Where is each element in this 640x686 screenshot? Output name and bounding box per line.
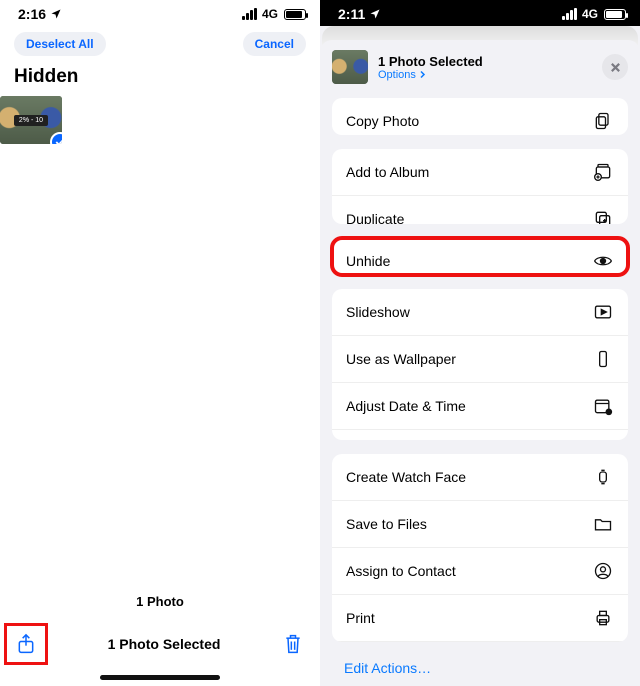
action-label: Assign to Contact (346, 563, 456, 579)
printer-icon (592, 607, 614, 629)
signal-icon (242, 8, 257, 20)
options-label: Options (378, 69, 416, 81)
photo-grid: 2% - 10 (0, 96, 320, 144)
status-network: 4G (582, 7, 598, 21)
action-add-to-album[interactable]: Add to Album (332, 149, 628, 195)
location-icon (50, 8, 62, 20)
page-title: Hidden (0, 62, 320, 96)
status-time: 2:11 (338, 6, 365, 22)
chevron-right-icon (418, 70, 427, 79)
photo-count-label: 1 Photo (0, 586, 320, 617)
action-wallpaper[interactable]: Use as Wallpaper (332, 335, 628, 382)
status-bar: 2:16 4G (0, 0, 320, 26)
action-group: Slideshow Use as Wallpaper Adjust Date &… (332, 289, 628, 440)
signal-icon (562, 8, 577, 20)
action-adjust-location[interactable]: Adjust Location (332, 429, 628, 440)
action-group-highlighted: Unhide (332, 238, 628, 275)
close-button[interactable] (602, 54, 628, 80)
screen-hidden-album: 2:16 4G Deselect All Cancel Hidden 2% - … (0, 0, 320, 686)
top-toolbar: Deselect All Cancel (0, 26, 320, 62)
action-duplicate[interactable]: Duplicate (332, 195, 628, 224)
action-group: Add to Album Duplicate (332, 149, 628, 224)
status-time: 2:16 (18, 6, 46, 22)
battery-icon (604, 9, 626, 20)
calendar-badge-icon (592, 395, 614, 417)
share-icon (16, 633, 36, 655)
action-save-to-files[interactable]: Save to Files (332, 500, 628, 547)
action-watch-face[interactable]: Create Watch Face (332, 454, 628, 500)
share-sheet: 1 Photo Selected Options Copy Photo Add … (320, 40, 640, 686)
action-print[interactable]: Print (332, 594, 628, 641)
action-label: Duplicate (346, 211, 404, 224)
action-label: Print (346, 610, 375, 626)
play-rect-icon (592, 301, 614, 323)
sheet-title: 1 Photo Selected (378, 54, 602, 69)
bottom-toolbar: 1 Photo Selected (0, 617, 320, 671)
options-button[interactable]: Options (378, 69, 602, 81)
copy-icon (592, 110, 614, 132)
watch-icon (592, 466, 614, 488)
share-button[interactable] (13, 631, 39, 657)
selection-count-label: 1 Photo Selected (108, 636, 221, 652)
action-assign-contact[interactable]: Assign to Contact (332, 547, 628, 594)
delete-button[interactable] (280, 631, 306, 657)
action-label: Unhide (346, 253, 390, 269)
action-label: Save to Files (346, 516, 427, 532)
action-slideshow[interactable]: Slideshow (332, 289, 628, 335)
action-copy-photo[interactable]: Copy Photo (332, 98, 628, 135)
sheet-header: 1 Photo Selected Options (320, 40, 640, 98)
action-label: Copy Photo (346, 113, 419, 129)
action-adjust-date-time[interactable]: Adjust Date & Time (332, 382, 628, 429)
deselect-all-button[interactable]: Deselect All (14, 32, 106, 56)
eye-icon (592, 250, 614, 272)
action-group: Copy Photo (332, 98, 628, 135)
duplicate-icon (592, 208, 614, 224)
selected-check-icon (50, 132, 62, 144)
action-save-pinterest[interactable]: Save to Pinterest (332, 641, 628, 642)
action-label: Slideshow (346, 304, 410, 320)
status-bar: 2:11 4G (320, 0, 640, 26)
screen-share-sheet: 2:11 4G 1 Photo Selected Options (320, 0, 640, 686)
thumb-score-overlay: 2% - 10 (14, 115, 49, 126)
person-circle-icon (592, 560, 614, 582)
action-label: Adjust Date & Time (346, 398, 466, 414)
action-label: Create Watch Face (346, 469, 466, 485)
add-to-album-icon (592, 161, 614, 183)
trash-icon (283, 633, 303, 655)
phone-icon (592, 348, 614, 370)
edit-actions-button[interactable]: Edit Actions… (320, 656, 640, 686)
battery-icon (284, 9, 306, 20)
action-label: Add to Album (346, 164, 429, 180)
home-indicator[interactable] (100, 675, 220, 680)
preview-thumbnail (332, 50, 368, 84)
close-icon (610, 62, 621, 73)
action-group: Create Watch Face Save to Files Assign t… (332, 454, 628, 642)
cancel-button[interactable]: Cancel (243, 32, 306, 56)
status-network: 4G (262, 7, 278, 21)
location-icon (369, 8, 381, 20)
share-highlight-box (4, 623, 48, 665)
action-label: Use as Wallpaper (346, 351, 456, 367)
photo-thumbnail[interactable]: 2% - 10 (0, 96, 62, 144)
folder-icon (592, 513, 614, 535)
action-unhide[interactable]: Unhide (332, 238, 628, 275)
